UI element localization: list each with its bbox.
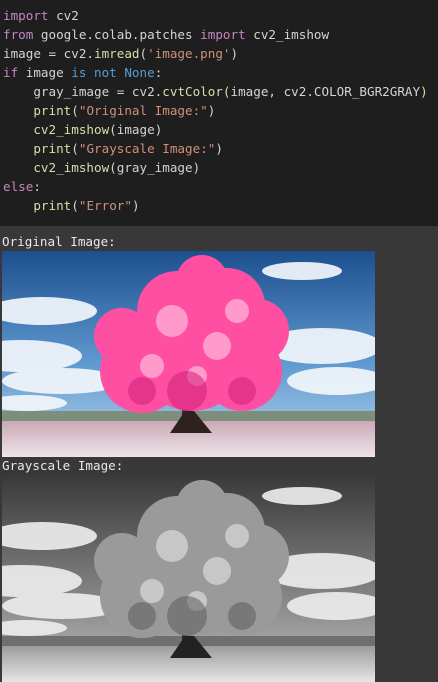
code-line-7: cv2_imshow(image) [33, 122, 163, 137]
cell-output: Original Image: Grayscale Image: [0, 226, 438, 682]
code-cell[interactable]: import cv2 from google.colab.patches imp… [0, 0, 438, 226]
original-image [2, 251, 375, 457]
code-line-8: print("Grayscale Image:") [33, 141, 223, 156]
code-line-11: print("Error") [33, 198, 140, 213]
code-line-1: import cv2 [3, 8, 79, 23]
code-line-5: gray_image = cv2.cvtColor(image, cv2.COL… [33, 84, 428, 99]
grayscale-image-label: Grayscale Image: [2, 458, 124, 473]
grayscale-image [2, 476, 375, 682]
code-line-9: cv2_imshow(gray_image) [33, 160, 201, 175]
code-line-2: from google.colab.patches import cv2_ims… [3, 27, 330, 42]
code-line-10: else: [3, 179, 41, 194]
code-line-4: if image is not None: [3, 65, 163, 80]
code-line-6: print("Original Image:") [33, 103, 216, 118]
code-line-3: image = cv2.imread('image.png') [3, 46, 239, 61]
original-image-label: Original Image: [2, 234, 116, 249]
